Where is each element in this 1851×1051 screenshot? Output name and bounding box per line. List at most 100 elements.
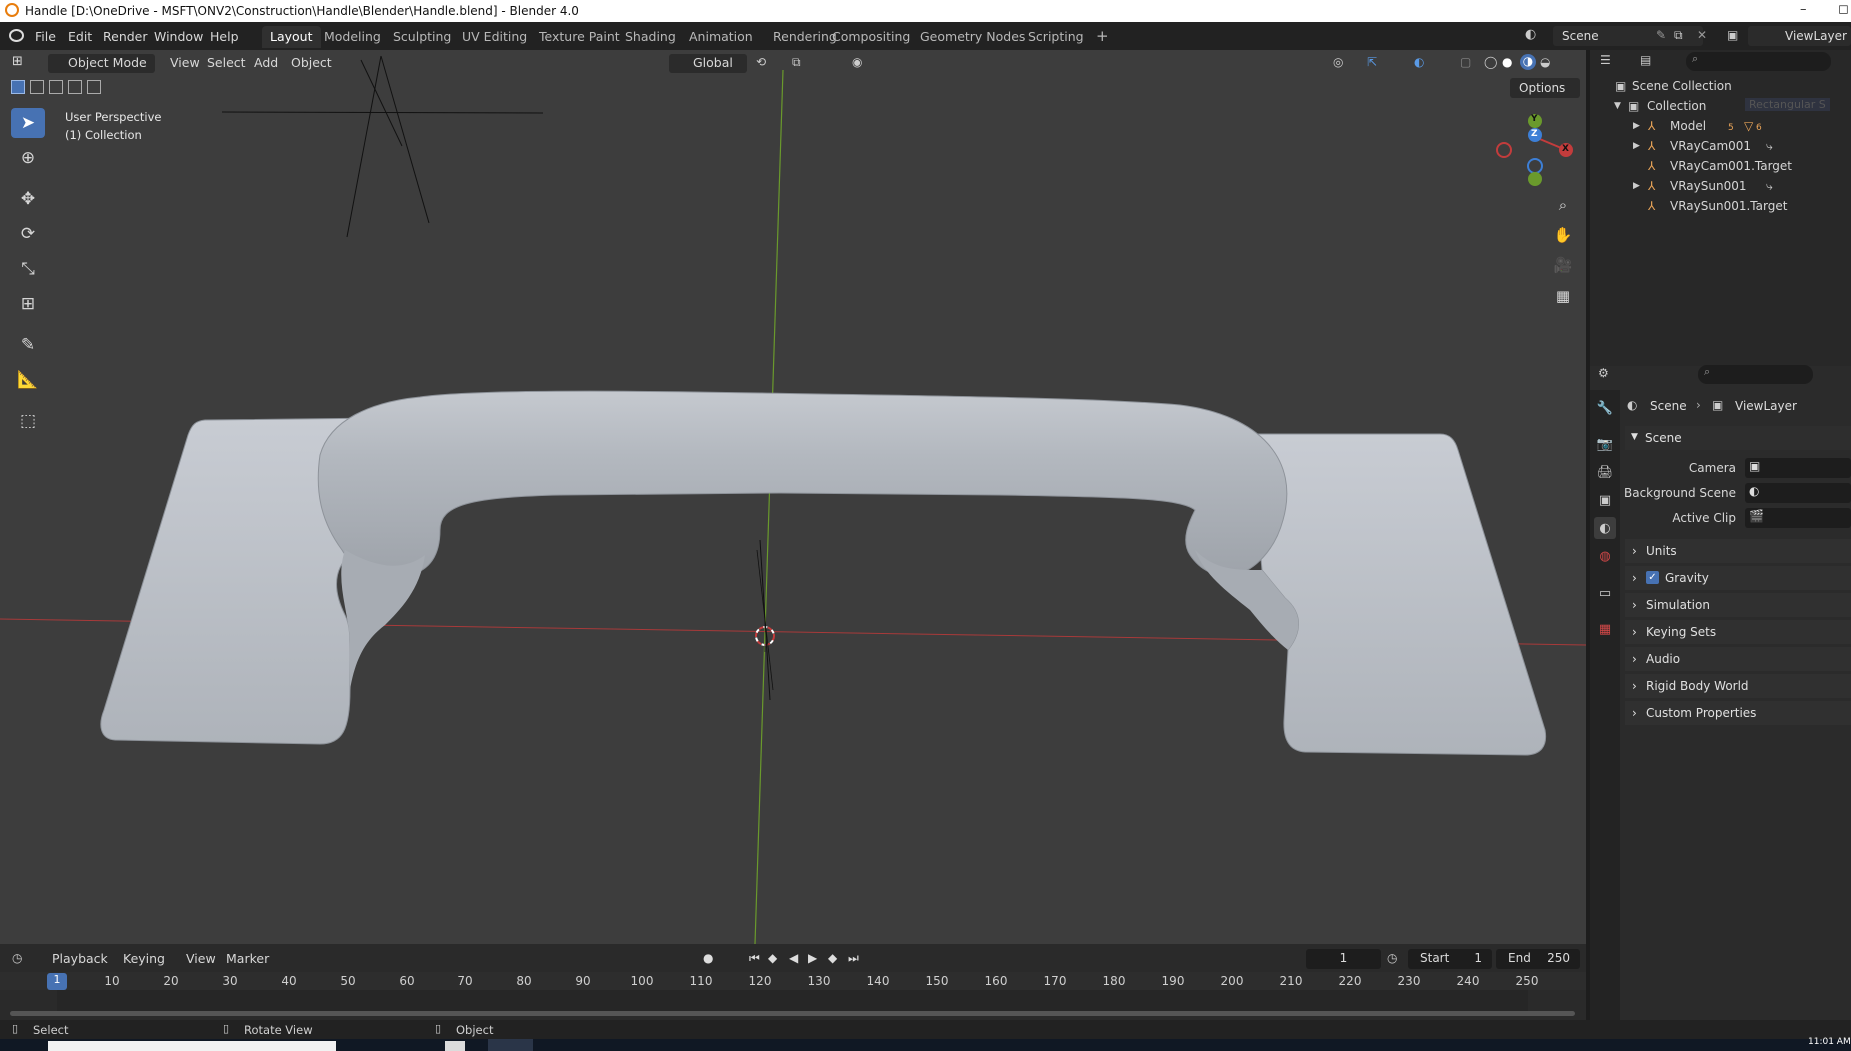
pivot-icon[interactable]: ⟲ [756, 55, 766, 69]
outliner-item-model[interactable]: ▶ ⅄ Model 5 ▽ 6 [1590, 116, 1851, 136]
rotate-tool-icon[interactable]: ⟳ [11, 219, 45, 249]
prev-keyframe-icon[interactable]: ◆ [768, 951, 777, 965]
keying-sets-panel-header[interactable]: › Keying Sets [1625, 620, 1851, 644]
gizmo-toggle-icon[interactable]: ⇱ [1367, 55, 1377, 69]
menu-render[interactable]: Render [103, 29, 148, 44]
play-reverse-icon[interactable]: ◀ [789, 951, 798, 965]
tab-geometry-nodes[interactable]: Geometry Nodes [912, 26, 1033, 48]
editor-type-icon[interactable]: ⊞ [12, 54, 23, 69]
new-scene-icon[interactable]: ⧉ [1674, 28, 1683, 43]
tab-sculpting[interactable]: Sculpting [385, 26, 459, 48]
tab-compositing[interactable]: Compositing [824, 26, 918, 48]
tab-shading[interactable]: Shading [617, 26, 684, 48]
pin-icon[interactable]: ✎ [1656, 28, 1666, 42]
maximize-button[interactable]: ◻ [1838, 2, 1849, 17]
next-keyframe-icon[interactable]: ◆ [828, 951, 837, 965]
camera-view-icon[interactable]: 🎥 [1550, 252, 1576, 278]
properties-search-input[interactable]: ⌕ [1698, 365, 1813, 384]
ortho-grid-icon[interactable]: ▦ [1550, 283, 1576, 309]
auto-keying-clock-icon[interactable]: ◷ [1387, 951, 1397, 965]
menu-playback[interactable]: Playback [46, 950, 114, 969]
playhead-marker[interactable]: 1 [47, 973, 67, 990]
outliner-item-vraysun-target[interactable]: ⅄ VRaySun001.Target [1590, 196, 1851, 216]
camera-field[interactable]: ▣ [1745, 458, 1851, 478]
add-cube-tool-icon[interactable]: ⬚ [11, 406, 45, 436]
outliner-item-vraycam-target[interactable]: ⅄ VRayCam001.Target [1590, 156, 1851, 176]
menu-keying[interactable]: Keying [117, 950, 171, 969]
audio-panel-header[interactable]: › Audio [1625, 647, 1851, 671]
outliner-filter-icon[interactable]: ▤ [1640, 53, 1651, 67]
units-panel-header[interactable]: › Units [1625, 539, 1851, 563]
annotate-tool-icon[interactable]: ✎ [11, 330, 45, 360]
menu-timeline-view[interactable]: View [180, 950, 222, 969]
expand-arrow-icon[interactable]: ▶ [1633, 141, 1640, 151]
add-workspace-button[interactable]: + [1088, 24, 1117, 46]
simulation-panel-header[interactable]: › Simulation [1625, 593, 1851, 617]
record-button-icon[interactable]: ● [703, 951, 713, 965]
select-invert-icon[interactable] [68, 80, 82, 94]
end-frame-field[interactable]: End 250 [1496, 949, 1580, 969]
select-intersect-icon[interactable] [87, 80, 101, 94]
texture-properties-tab-icon[interactable]: ▦ [1594, 618, 1616, 640]
select-box-icon[interactable] [11, 80, 25, 94]
menu-marker[interactable]: Marker [220, 950, 275, 969]
rigid-body-world-panel-header[interactable]: › Rigid Body World [1625, 674, 1851, 698]
tab-scripting[interactable]: Scripting [1020, 26, 1092, 48]
active-clip-field[interactable]: 🎬 [1745, 508, 1851, 528]
world-properties-tab-icon[interactable]: ◍ [1594, 545, 1616, 567]
proportional-edit-icon[interactable]: ◉ [852, 55, 862, 69]
jump-end-icon[interactable]: ⏭ [848, 951, 859, 966]
scene-panel-header[interactable]: ▼ Scene [1625, 426, 1851, 450]
background-scene-field[interactable]: ◐ [1745, 483, 1851, 503]
collection-properties-tab-icon[interactable]: ▭ [1594, 582, 1616, 604]
outliner-item-vraysun[interactable]: ▶ ⅄ VRaySun001 ⤷ [1590, 176, 1851, 196]
taskbar-search-box[interactable] [48, 1041, 336, 1051]
play-icon[interactable]: ▶ [808, 951, 817, 965]
menu-view[interactable]: View [164, 54, 206, 73]
taskbar-app-icon[interactable] [445, 1041, 465, 1051]
expand-arrow-icon[interactable]: ▶ [1633, 181, 1640, 191]
select-extend-icon[interactable] [30, 80, 44, 94]
transform-tool-icon[interactable]: ⊞ [11, 289, 45, 319]
jump-start-icon[interactable]: ⏮ [749, 951, 760, 966]
xray-icon[interactable]: ▢ [1460, 55, 1471, 69]
scale-tool-icon[interactable]: ⤡ [11, 254, 45, 284]
outliner-search-input[interactable]: ⌕ [1686, 52, 1831, 71]
blender-logo-icon[interactable] [9, 29, 24, 42]
view-layer-tab-icon[interactable]: ▣ [1594, 489, 1616, 511]
view-layer-icon[interactable]: ▣ [1727, 28, 1738, 42]
zoom-icon[interactable]: ⌕ [1550, 192, 1576, 218]
menu-add[interactable]: Add [248, 54, 284, 73]
menu-window[interactable]: Window [154, 29, 203, 44]
overlay-toggle-icon[interactable]: ◐ [1414, 55, 1424, 69]
select-subtract-icon[interactable] [49, 80, 63, 94]
timeline-editor-icon[interactable]: ◷ [12, 951, 22, 965]
expand-arrow-icon[interactable]: ▶ [1633, 121, 1640, 131]
delete-scene-icon[interactable]: ✕ [1697, 28, 1707, 42]
measure-tool-icon[interactable]: 📐 [11, 365, 45, 395]
scene-properties-tab-icon[interactable]: ◐ [1594, 517, 1616, 539]
menu-edit[interactable]: Edit [68, 29, 92, 44]
tab-modeling[interactable]: Modeling [316, 26, 389, 48]
3d-viewport[interactable] [0, 50, 1586, 944]
custom-properties-panel-header[interactable]: › Custom Properties [1625, 701, 1851, 725]
wireframe-shading-icon[interactable]: ◯ [1484, 55, 1497, 69]
pan-hand-icon[interactable]: ✋ [1550, 222, 1576, 248]
outliner-editor-icon[interactable]: ☰ [1600, 53, 1611, 67]
outliner-scene-collection[interactable]: ▣ Scene Collection [1590, 76, 1851, 96]
properties-editor-icon[interactable]: ⚙ [1598, 366, 1609, 380]
tab-texture-paint[interactable]: Texture Paint [531, 26, 628, 48]
current-frame-field[interactable]: 1 [1306, 949, 1381, 969]
cursor-tool-icon[interactable]: ⊕ [11, 143, 45, 173]
tab-animation[interactable]: Animation [681, 26, 761, 48]
menu-help[interactable]: Help [210, 29, 239, 44]
select-box-tool[interactable]: ➤ [11, 108, 45, 138]
menu-object[interactable]: Object [285, 54, 338, 73]
move-tool-icon[interactable]: ✥ [11, 184, 45, 214]
timeline-scrollbar[interactable] [10, 1011, 1575, 1016]
rendered-shading-icon[interactable]: ◒ [1540, 55, 1550, 69]
menu-select[interactable]: Select [201, 54, 252, 73]
minimize-button[interactable]: – [1800, 2, 1807, 17]
render-properties-tab-icon[interactable]: 📷 [1594, 433, 1616, 455]
material-shading-icon[interactable]: ◑ [1520, 54, 1536, 70]
